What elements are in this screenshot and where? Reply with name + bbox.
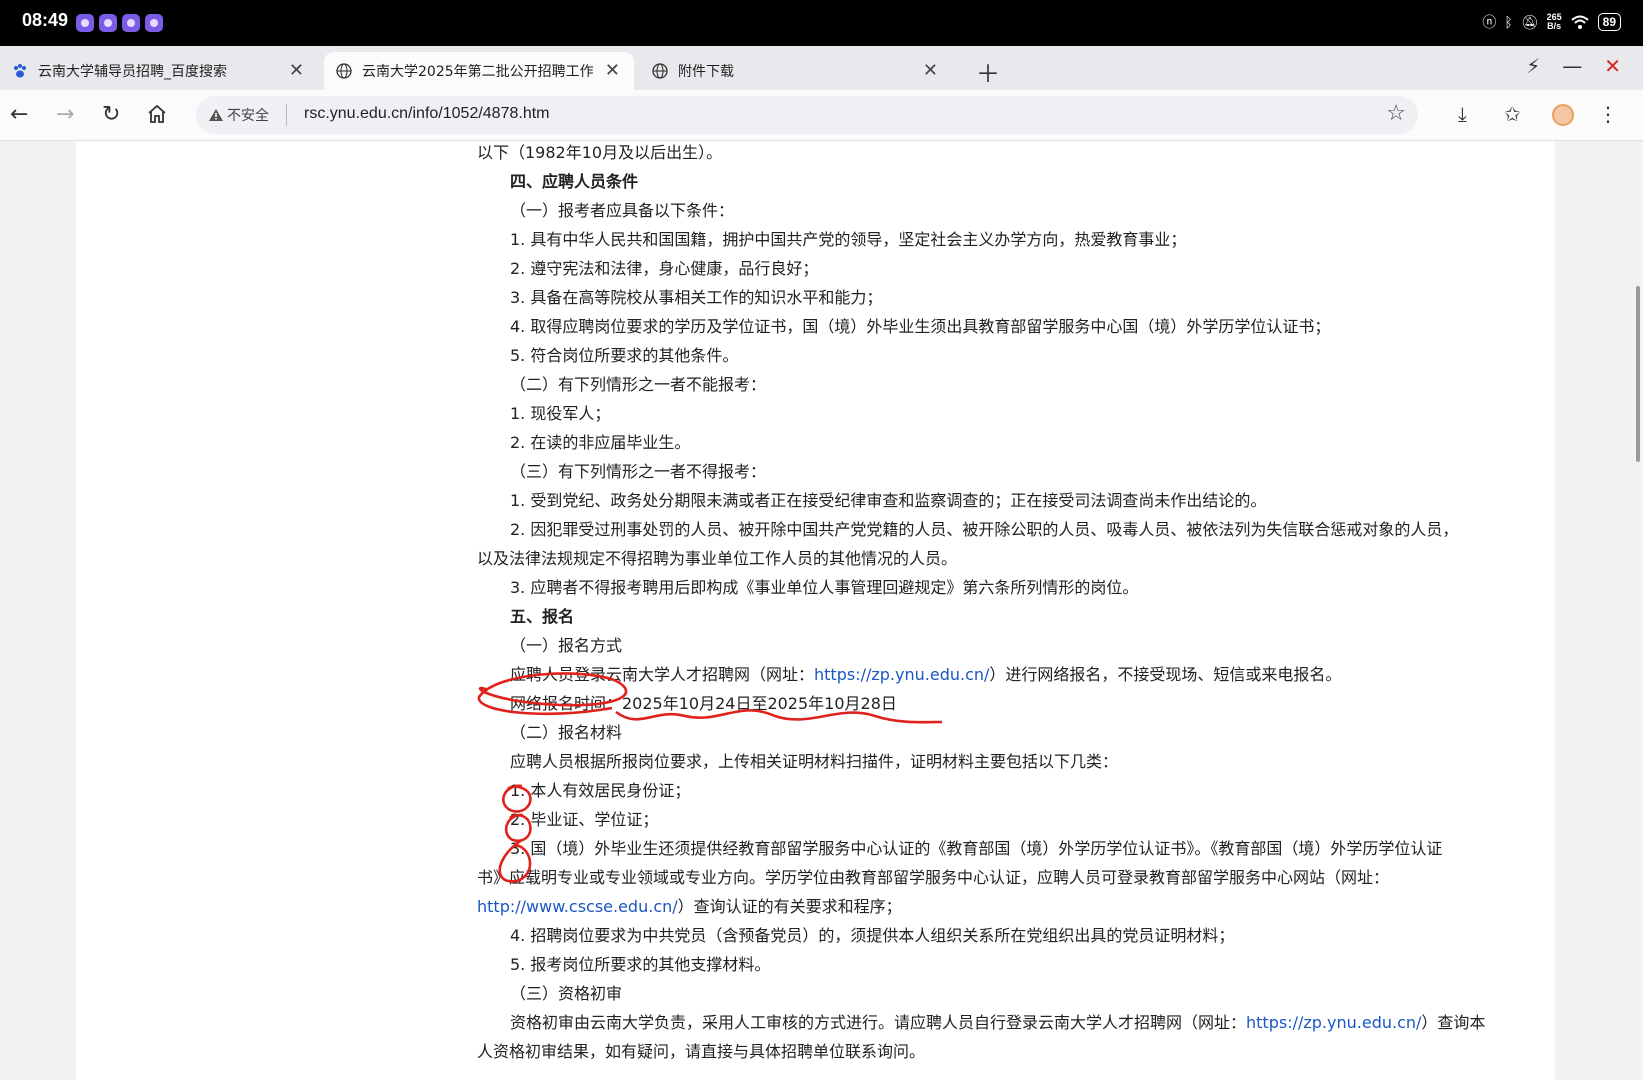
annotation-circle-item-1 <box>502 784 532 813</box>
hand-annotations <box>477 672 943 883</box>
annotation-circle-item-2 <box>504 813 532 843</box>
annotation-circle-registration-time <box>477 672 628 716</box>
annotation-underline-date <box>615 709 943 724</box>
page-scrollbar[interactable] <box>1636 286 1640 462</box>
annotation-circle-item-3 <box>498 838 532 883</box>
